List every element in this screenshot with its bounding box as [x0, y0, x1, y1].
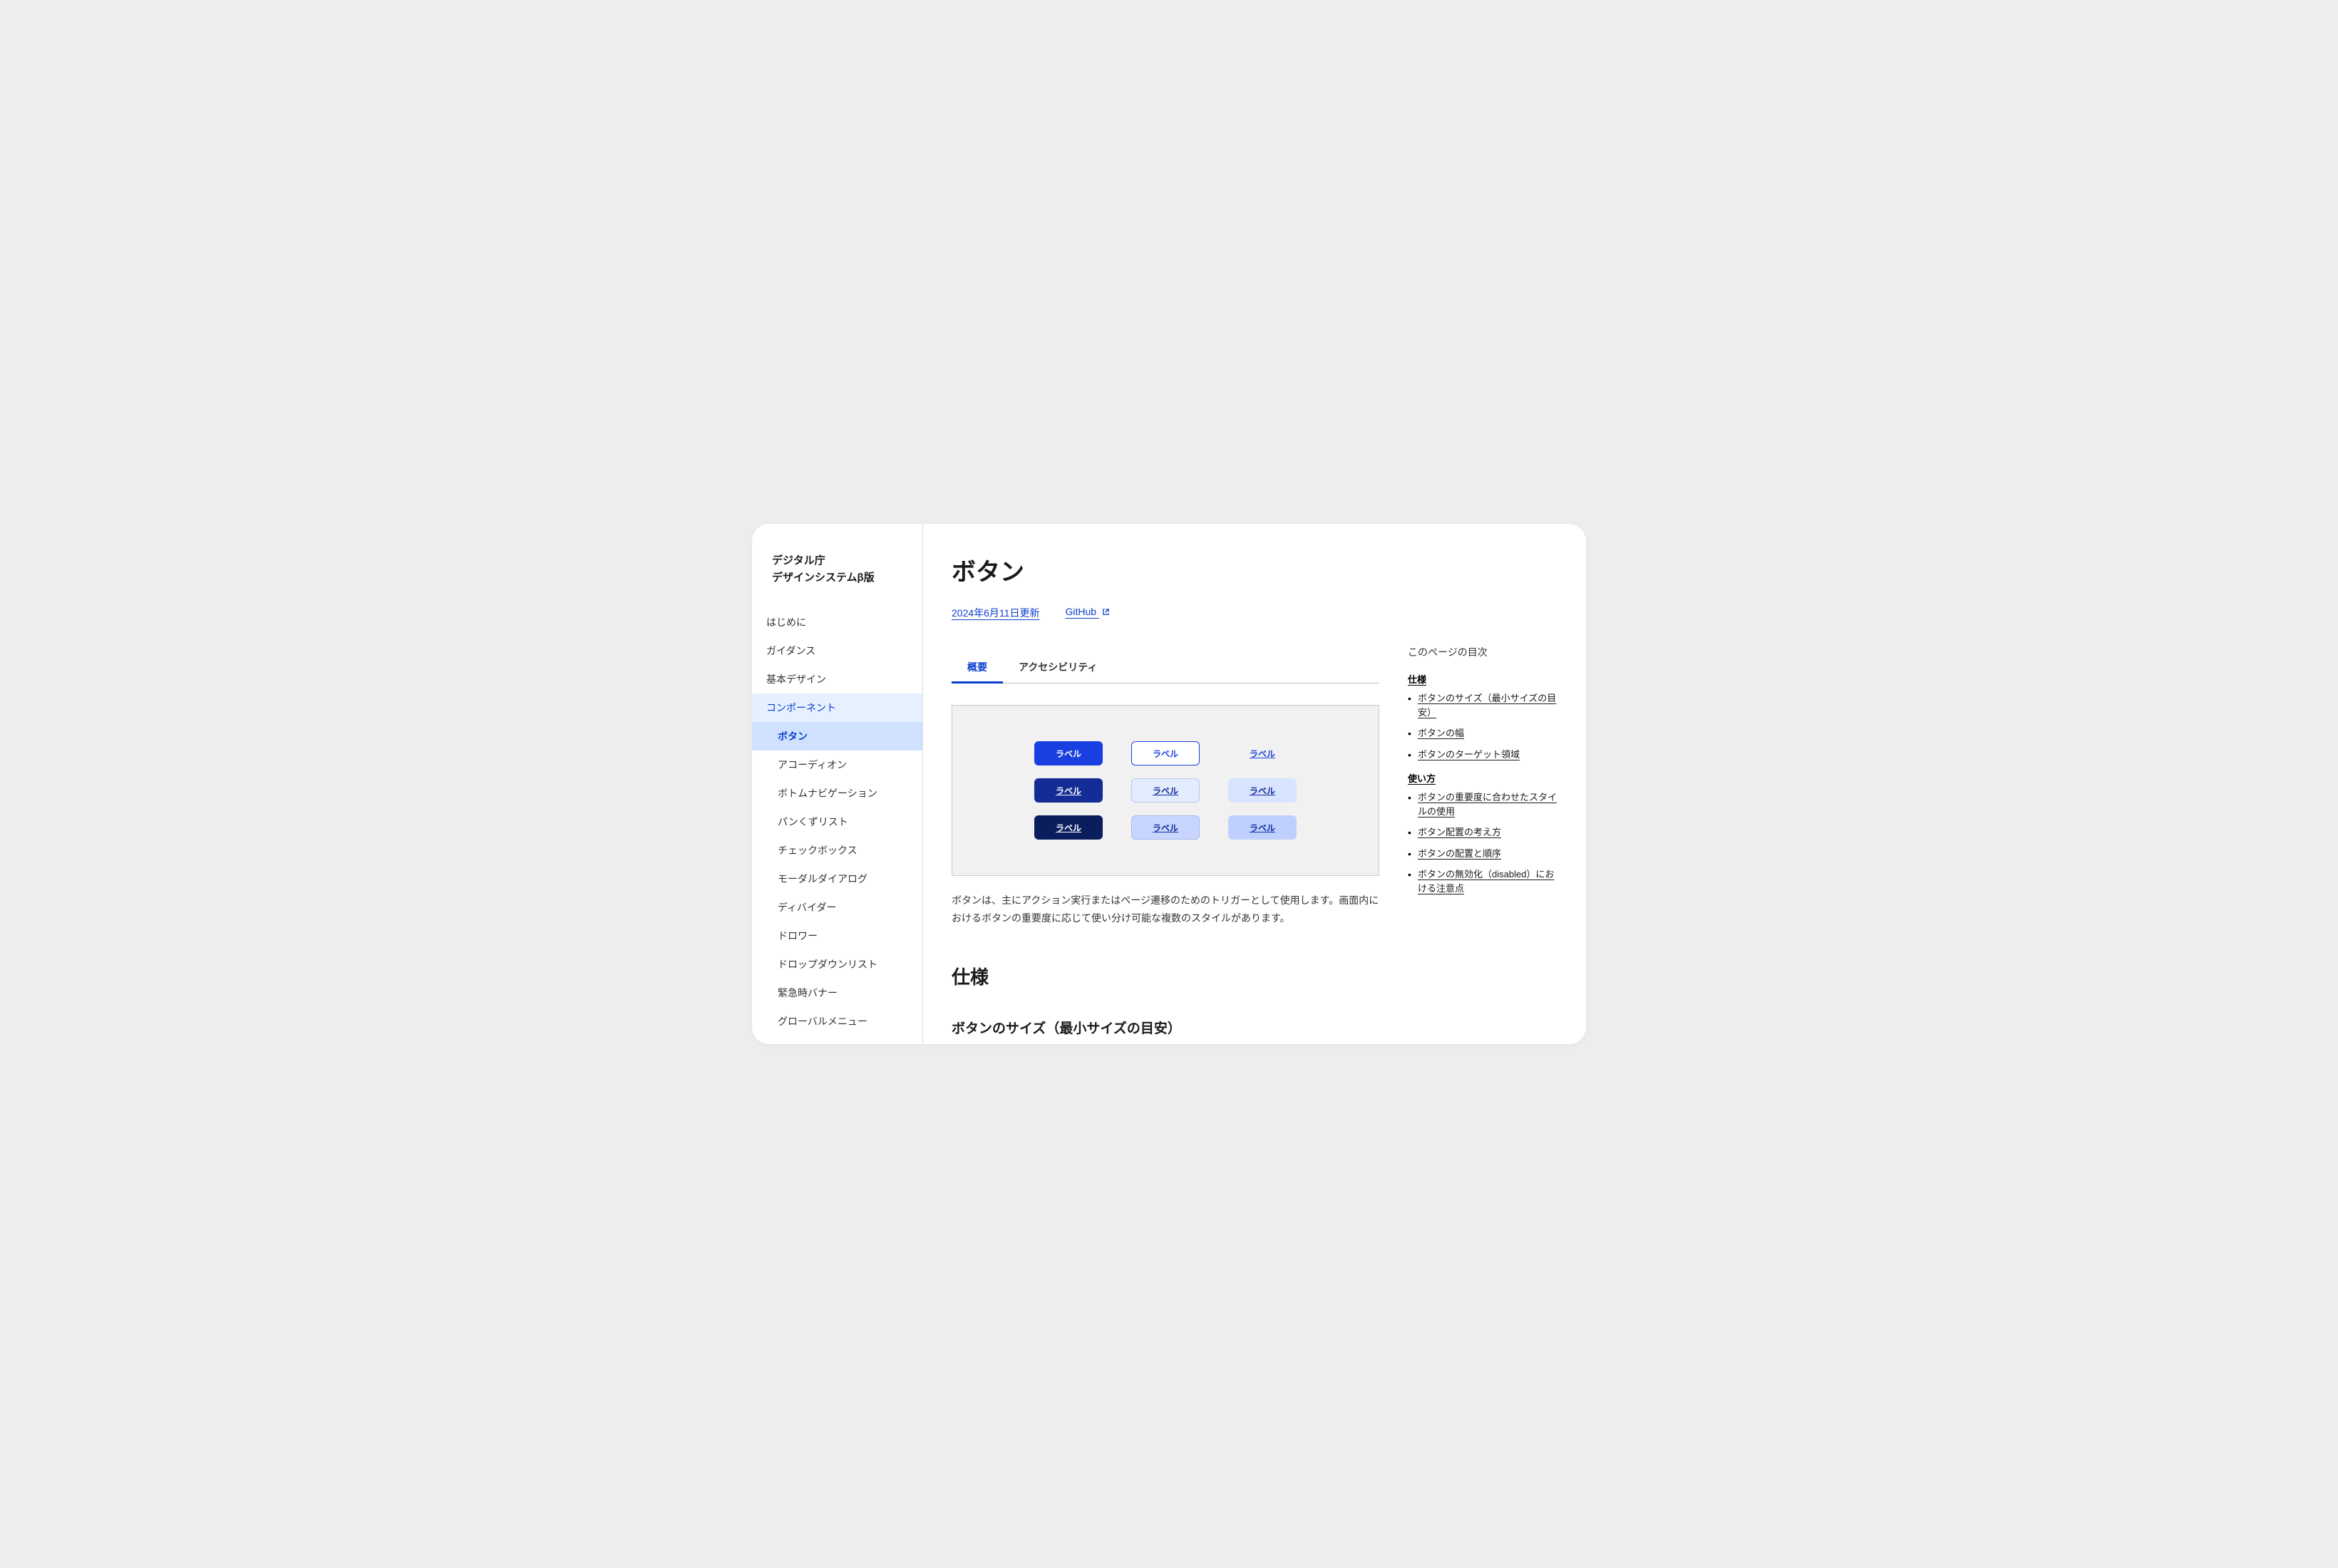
- sidebar-item[interactable]: モーダルダイアログ: [752, 865, 922, 893]
- button-examples: ラベル ラベル ラベル ラベル ラベル ラベル ラベル ラベル ラベル: [952, 705, 1379, 876]
- sidebar-item[interactable]: 緊急時バナー: [752, 979, 922, 1007]
- content: ボタン 2024年6月11日更新 GitHub 概要アクセシビリティ ラベル ラ…: [952, 552, 1379, 1044]
- toc-link[interactable]: ボタン配置の考え方: [1418, 827, 1501, 837]
- sidebar-nav: はじめにガイダンス基本デザインコンポーネントボタンアコーディオンボトムナビゲーシ…: [752, 608, 922, 1044]
- sidebar-item[interactable]: 基本デザイン: [752, 665, 922, 693]
- toc-link[interactable]: ボタンの幅: [1418, 728, 1464, 738]
- github-label: GitHub: [1065, 606, 1096, 617]
- external-link-icon: [1102, 608, 1110, 616]
- sidebar-item[interactable]: ディバイダー: [752, 893, 922, 922]
- tabs: 概要アクセシビリティ: [952, 651, 1379, 684]
- section-spec-heading: 仕様: [952, 963, 1379, 989]
- sidebar-item[interactable]: ハンバーガーメニューボタン: [752, 1036, 922, 1044]
- toc-list: ボタンのサイズ（最小サイズの目安） ボタンの幅ボタンのターゲット領域: [1408, 691, 1557, 761]
- sidebar-item[interactable]: ボタン: [752, 722, 922, 751]
- primary-button-hover[interactable]: ラベル: [1034, 778, 1103, 803]
- text-column: ラベル ラベル ラベル: [1228, 741, 1297, 840]
- tab[interactable]: アクセシビリティ: [1003, 651, 1113, 683]
- toc-item: ボタンのターゲット領域: [1408, 748, 1557, 762]
- primary-column: ラベル ラベル ラベル: [1034, 741, 1103, 840]
- sidebar: デジタル庁 デザインシステムβ版 はじめにガイダンス基本デザインコンポーネントボ…: [752, 524, 923, 1044]
- app-window: デジタル庁 デザインシステムβ版 はじめにガイダンス基本デザインコンポーネントボ…: [752, 524, 1586, 1044]
- toc-list: ボタンの重要度に合わせたスタイルの使用ボタン配置の考え方ボタンの配置と順序ボタン…: [1408, 790, 1557, 895]
- outline-column: ラベル ラベル ラベル: [1131, 741, 1200, 840]
- toc-item: ボタン配置の考え方: [1408, 825, 1557, 840]
- sidebar-item[interactable]: はじめに: [752, 608, 922, 636]
- text-button-hover[interactable]: ラベル: [1228, 778, 1297, 803]
- section-size-heading: ボタンのサイズ（最小サイズの目安）: [952, 1018, 1379, 1037]
- toc-link[interactable]: ボタンのサイズ（最小サイズの目安）: [1418, 693, 1556, 718]
- toc-item: ボタンの配置と順序: [1408, 847, 1557, 861]
- text-button-active[interactable]: ラベル: [1228, 815, 1297, 840]
- sidebar-item[interactable]: コンポーネント: [752, 693, 922, 722]
- toc-title: このページの目次: [1408, 645, 1557, 659]
- primary-button-active[interactable]: ラベル: [1034, 815, 1103, 840]
- sidebar-item[interactable]: アコーディオン: [752, 751, 922, 779]
- table-of-contents: このページの目次 仕様ボタンのサイズ（最小サイズの目安） ボタンの幅ボタンのターゲ…: [1408, 552, 1557, 1044]
- toc-item: ボタンの幅: [1408, 726, 1557, 741]
- site-title: デジタル庁 デザインシステムβ版: [752, 524, 922, 608]
- page-description: ボタンは、主にアクション実行またはページ遷移のためのトリガーとして使用します。画…: [952, 892, 1379, 927]
- toc-section-heading[interactable]: 仕様: [1408, 672, 1557, 686]
- toc-item: ボタンの無効化（disabled）における注意点: [1408, 867, 1557, 895]
- toc-item: ボタンのサイズ（最小サイズの目安）: [1408, 691, 1557, 719]
- toc-link[interactable]: ボタンのターゲット領域: [1418, 749, 1520, 760]
- site-title-line2: デザインシステムβ版: [772, 569, 908, 587]
- github-link[interactable]: GitHub: [1065, 606, 1109, 620]
- sidebar-item[interactable]: グローバルメニュー: [752, 1007, 922, 1036]
- sidebar-item[interactable]: ボトムナビゲーション: [752, 779, 922, 808]
- outline-button-active[interactable]: ラベル: [1131, 815, 1200, 840]
- toc-item: ボタンの重要度に合わせたスタイルの使用: [1408, 790, 1557, 818]
- toc-section-heading[interactable]: 使い方: [1408, 771, 1557, 785]
- sidebar-item[interactable]: パンくずリスト: [752, 808, 922, 836]
- toc-link[interactable]: ボタンの配置と順序: [1418, 848, 1501, 859]
- site-title-line1: デジタル庁: [772, 552, 908, 569]
- page-title: ボタン: [952, 552, 1379, 587]
- sidebar-item[interactable]: チェックボックス: [752, 836, 922, 865]
- outline-button-hover[interactable]: ラベル: [1131, 778, 1200, 803]
- sidebar-item[interactable]: ドロワー: [752, 922, 922, 950]
- outline-button-default[interactable]: ラベル: [1131, 741, 1200, 765]
- text-button-default[interactable]: ラベル: [1228, 741, 1297, 765]
- updated-link[interactable]: 2024年6月11日更新: [952, 606, 1039, 620]
- sidebar-item[interactable]: ガイダンス: [752, 636, 922, 665]
- toc-link[interactable]: ボタンの重要度に合わせたスタイルの使用: [1418, 792, 1557, 817]
- primary-button-default[interactable]: ラベル: [1034, 741, 1103, 765]
- meta-links: 2024年6月11日更新 GitHub: [952, 606, 1379, 620]
- toc-link[interactable]: ボタンの無効化（disabled）における注意点: [1418, 869, 1554, 894]
- main-area: ボタン 2024年6月11日更新 GitHub 概要アクセシビリティ ラベル ラ…: [923, 524, 1586, 1044]
- sidebar-item[interactable]: ドロップダウンリスト: [752, 950, 922, 979]
- tab[interactable]: 概要: [952, 651, 1003, 683]
